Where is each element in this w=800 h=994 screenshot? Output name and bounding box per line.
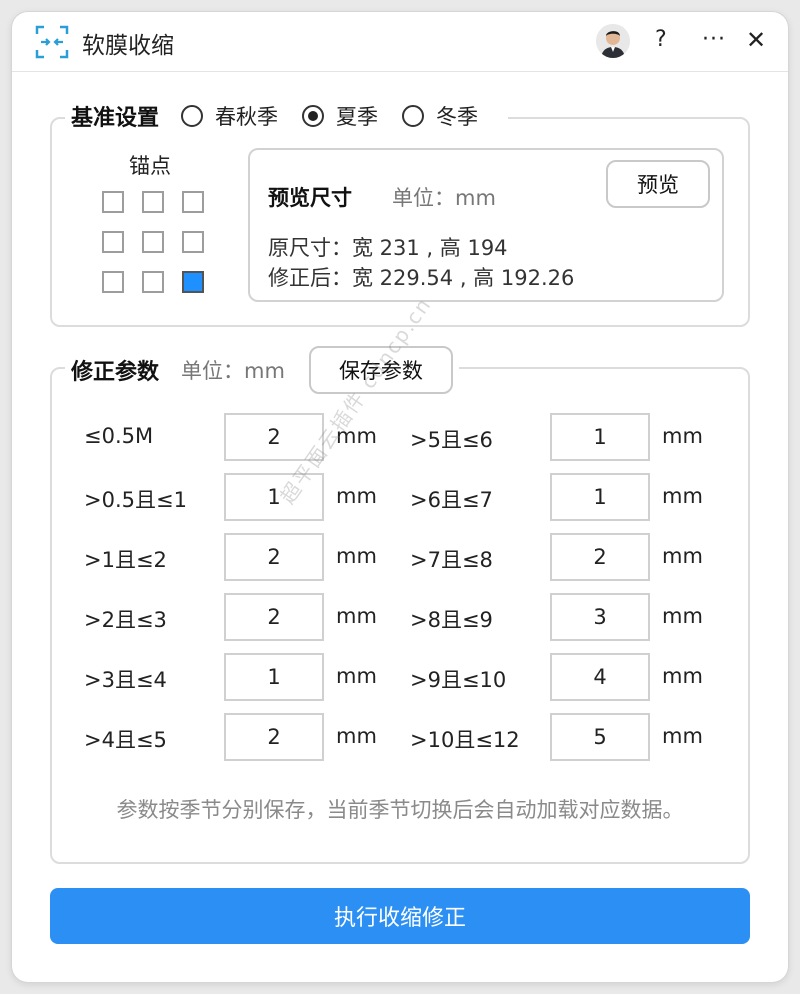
season-radio-winter[interactable]: 冬季 <box>402 101 478 131</box>
param-range-label: >5且≤6 <box>410 428 493 452</box>
param-unit-label: mm <box>336 604 377 628</box>
preview-title: 预览尺寸 <box>268 186 352 210</box>
param-range-label: >8且≤9 <box>410 608 493 632</box>
anchor-bottom-right[interactable] <box>182 271 204 293</box>
close-button[interactable]: ✕ <box>746 26 766 54</box>
param-range-label: >3且≤4 <box>84 668 167 692</box>
param-range-label: >7且≤8 <box>410 548 493 572</box>
correction-params-title: 修正参数 <box>71 360 160 385</box>
preview-button[interactable]: 预览 <box>606 160 710 208</box>
base-settings-title: 基准设置 <box>71 106 160 131</box>
param-value-input[interactable] <box>224 713 324 761</box>
anchor-top-left[interactable] <box>102 191 124 213</box>
user-avatar[interactable] <box>596 24 630 58</box>
radio-label: 冬季 <box>436 105 479 129</box>
more-menu-button[interactable]: ··· <box>702 26 726 54</box>
preview-unit: 单位：mm <box>392 186 496 210</box>
app-shrink-icon <box>35 25 69 59</box>
param-value-input[interactable] <box>550 593 650 641</box>
param-unit-label: mm <box>662 724 703 748</box>
param-range-label: >6且≤7 <box>410 488 493 512</box>
param-value-input[interactable] <box>550 713 650 761</box>
original-size-text: 原尺寸：宽 231 , 高 194 <box>268 236 508 260</box>
param-value-input[interactable] <box>550 653 650 701</box>
anchor-middle-left[interactable] <box>102 231 124 253</box>
param-unit-label: mm <box>336 664 377 688</box>
title-bar: 软膜收缩 ? ··· ✕ <box>12 12 788 72</box>
avatar-image <box>596 24 630 58</box>
radio-label: 春秋季 <box>215 105 279 129</box>
param-unit-label: mm <box>662 484 703 508</box>
param-value-input[interactable] <box>224 593 324 641</box>
param-unit-label: mm <box>662 544 703 568</box>
param-unit-label: mm <box>336 544 377 568</box>
corrected-size-text: 修正后：宽 229.54 , 高 192.26 <box>268 266 575 290</box>
params-note: 参数按季节分别保存，当前季节切换后会自动加载对应数据。 <box>116 798 684 822</box>
param-value-input[interactable] <box>550 473 650 521</box>
anchor-middle-right[interactable] <box>182 231 204 253</box>
radio-label: 夏季 <box>336 105 379 129</box>
param-range-label: >9且≤10 <box>410 668 507 692</box>
param-range-label: ≤0.5M <box>84 424 154 448</box>
param-value-input[interactable] <box>550 413 650 461</box>
param-value-input[interactable] <box>550 533 650 581</box>
param-range-label: >0.5且≤1 <box>84 488 187 512</box>
param-unit-label: mm <box>662 424 703 448</box>
anchor-top-right[interactable] <box>182 191 204 213</box>
app-window: 软膜收缩 ? ··· ✕ 基准设置 春秋季 夏季 冬季 锚点 预览尺寸 单位：m… <box>12 12 788 982</box>
param-value-input[interactable] <box>224 533 324 581</box>
window-title: 软膜收缩 <box>82 33 174 59</box>
help-button[interactable]: ? <box>655 26 667 54</box>
param-unit-label: mm <box>336 724 377 748</box>
param-unit-label: mm <box>662 664 703 688</box>
anchor-label: 锚点 <box>129 154 171 178</box>
anchor-bottom-center[interactable] <box>142 271 164 293</box>
param-range-label: >2且≤3 <box>84 608 167 632</box>
anchor-center[interactable] <box>142 231 164 253</box>
param-unit-label: mm <box>336 484 377 508</box>
season-radio-spring-autumn[interactable]: 春秋季 <box>181 101 278 131</box>
param-value-input[interactable] <box>224 653 324 701</box>
param-range-label: >4且≤5 <box>84 728 167 752</box>
anchor-bottom-left[interactable] <box>102 271 124 293</box>
season-radio-summer[interactable]: 夏季 <box>302 101 378 131</box>
param-range-label: >1且≤2 <box>84 548 167 572</box>
preview-panel: 预览尺寸 单位：mm 预览 原尺寸：宽 231 , 高 194 修正后：宽 22… <box>248 148 724 302</box>
anchor-top-center[interactable] <box>142 191 164 213</box>
radio-circle-checked[interactable] <box>302 105 325 127</box>
base-settings-header: 基准设置 春秋季 夏季 冬季 <box>65 96 509 136</box>
radio-circle[interactable] <box>402 105 425 127</box>
execute-shrink-button[interactable]: 执行收缩修正 <box>50 888 750 944</box>
param-range-label: >10且≤12 <box>410 728 520 752</box>
param-unit-label: mm <box>662 604 703 628</box>
radio-circle[interactable] <box>181 105 204 127</box>
correction-unit: 单位：mm <box>181 359 285 383</box>
